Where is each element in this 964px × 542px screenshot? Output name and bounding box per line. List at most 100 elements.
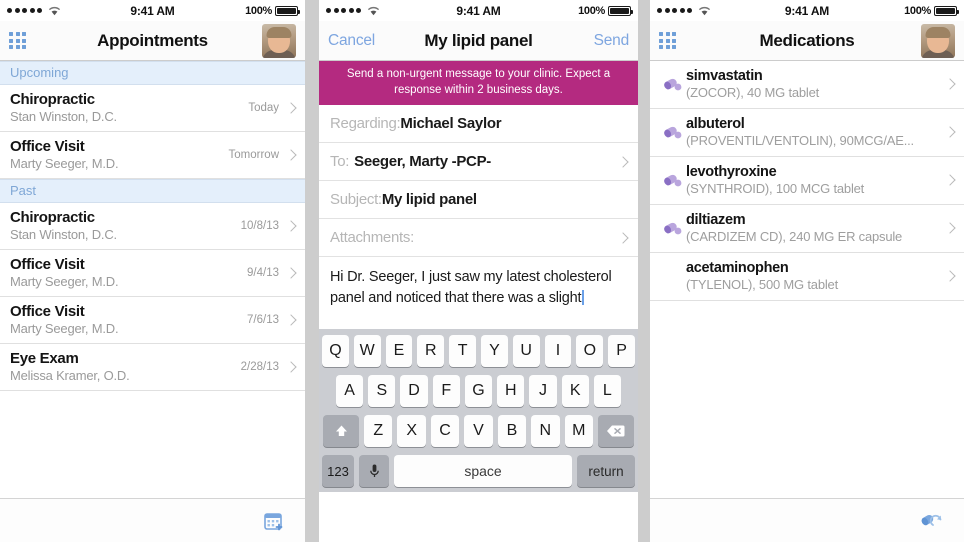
appointment-provider: Melissa Kramer, O.D.: [10, 368, 130, 383]
keyboard-row-1: Q W E R T Y U I O P: [322, 335, 635, 368]
key-t[interactable]: T: [449, 335, 476, 368]
list-item[interactable]: albuterol (PROVENTIL/VENTOLIN), 90MCG/AE…: [650, 109, 964, 157]
chevron-right-icon: [285, 219, 297, 232]
key-c[interactable]: C: [430, 415, 460, 448]
battery-indicator: 100%: [578, 5, 633, 17]
regarding-value: Michael Saylor: [400, 115, 502, 133]
add-appointment-calendar-icon[interactable]: [263, 510, 285, 532]
list-item[interactable]: Office Visit Marty Seeger, M.D. 9/4/13: [0, 250, 305, 297]
list-item[interactable]: acetaminophen (TYLENOL), 500 MG tablet: [650, 253, 964, 301]
page-title: Appointments: [97, 30, 208, 50]
key-d[interactable]: D: [400, 375, 428, 408]
list-item[interactable]: Eye Exam Melissa Kramer, O.D. 2/28/13: [0, 344, 305, 391]
pill-icon: [660, 76, 686, 92]
medications-nav-bar: Medications: [650, 21, 964, 61]
backspace-delete-icon[interactable]: [597, 415, 634, 448]
key-h[interactable]: H: [497, 375, 525, 408]
appointment-provider: Stan Winston, D.C.: [10, 109, 117, 124]
list-item[interactable]: levothyroxine (SYNTHROID), 100 MCG table…: [650, 157, 964, 205]
appointment-date: 10/8/13: [240, 219, 279, 232]
shift-arrow-icon[interactable]: [323, 415, 360, 448]
key-o[interactable]: O: [576, 335, 604, 368]
avatar[interactable]: [262, 23, 296, 58]
key-y[interactable]: Y: [481, 335, 508, 368]
grid-menu-icon[interactable]: [659, 32, 676, 49]
chevron-right-icon: [285, 360, 297, 373]
to-value: Seeger, Marty -PCP-: [354, 153, 491, 171]
list-item[interactable]: simvastatin (ZOCOR), 40 MG tablet: [650, 61, 964, 109]
medication-name: acetaminophen: [686, 260, 789, 276]
to-label: To:: [330, 153, 350, 171]
battery-indicator: 100%: [904, 4, 959, 17]
key-q[interactable]: Q: [322, 335, 349, 368]
key-x[interactable]: X: [397, 415, 426, 448]
space-key[interactable]: space: [394, 455, 572, 488]
medications-screen: 9:41 AM 100% Medications simvastatin (ZO…: [650, 0, 964, 542]
numeric-mode-key[interactable]: 123: [322, 455, 354, 488]
medication-description: (ZOCOR), 40 MG tablet: [686, 85, 820, 100]
key-u[interactable]: U: [512, 335, 540, 368]
pill-icon: [660, 124, 686, 140]
keyboard-row-2: A S D F G H J K L: [322, 375, 635, 408]
appointments-toolbar: [0, 498, 305, 542]
list-item[interactable]: Chiropractic Stan Winston, D.C. 10/8/13: [0, 203, 305, 250]
attachments-field[interactable]: Attachments:: [319, 219, 638, 258]
microphone-icon[interactable]: [359, 455, 389, 488]
grid-menu-icon[interactable]: [9, 32, 26, 49]
key-r[interactable]: R: [417, 335, 445, 368]
pill-icon: [660, 220, 686, 236]
key-l[interactable]: L: [593, 375, 621, 408]
chevron-right-icon: [285, 313, 297, 326]
key-j[interactable]: J: [529, 375, 557, 408]
key-a[interactable]: A: [336, 375, 364, 408]
key-f[interactable]: F: [432, 375, 460, 408]
medications-list: simvastatin (ZOCOR), 40 MG tablet albute…: [650, 61, 964, 301]
key-k[interactable]: K: [561, 375, 589, 408]
medication-description: (PROVENTIL/VENTOLIN), 90MCG/AE...: [686, 133, 914, 148]
chevron-right-icon: [285, 101, 297, 114]
key-i[interactable]: I: [544, 335, 572, 368]
appointments-list: Upcoming Chiropractic Stan Winston, D.C.…: [0, 61, 305, 391]
key-v[interactable]: V: [464, 415, 493, 448]
non-urgent-message-banner: Send a non-urgent message to your clinic…: [319, 61, 638, 106]
key-s[interactable]: S: [368, 375, 396, 408]
avatar[interactable]: [921, 23, 955, 58]
appointment-title: Office Visit: [10, 303, 85, 320]
subject-field[interactable]: Subject: My lipid panel: [319, 181, 638, 220]
key-z[interactable]: Z: [364, 415, 393, 448]
status-bar: 9:41 AM 100%: [650, 0, 964, 21]
key-p[interactable]: P: [608, 335, 635, 368]
message-body-input[interactable]: Hi Dr. Seeger, I just saw my latest chol…: [319, 257, 638, 330]
chevron-right-icon: [944, 78, 956, 90]
onscreen-keyboard: Q W E R T Y U I O P A S D F G H J K L Z …: [319, 329, 638, 493]
refill-medication-icon[interactable]: [920, 510, 944, 532]
regarding-field[interactable]: Regarding: Michael Saylor: [319, 105, 638, 144]
battery-percent: 100%: [904, 4, 931, 17]
list-item[interactable]: Chiropractic Stan Winston, D.C. Today: [0, 85, 305, 132]
pill-icon: [660, 172, 686, 188]
cancel-button[interactable]: Cancel: [328, 32, 375, 50]
recipient-field[interactable]: To: Seeger, Marty -PCP-: [319, 143, 638, 182]
appointment-provider: Marty Seeger, M.D.: [10, 321, 119, 336]
appointment-provider: Marty Seeger, M.D.: [10, 156, 119, 171]
key-e[interactable]: E: [385, 335, 413, 368]
medication-name: albuterol: [686, 116, 745, 132]
key-n[interactable]: N: [531, 415, 560, 448]
send-button[interactable]: Send: [594, 32, 630, 50]
key-g[interactable]: G: [464, 375, 493, 408]
list-item[interactable]: diltiazem (CARDIZEM CD), 240 MG ER capsu…: [650, 205, 964, 253]
key-b[interactable]: B: [497, 415, 527, 448]
appointment-title: Office Visit: [10, 256, 85, 273]
list-item[interactable]: Office Visit Marty Seeger, M.D. 7/6/13: [0, 297, 305, 344]
medication-description: (CARDIZEM CD), 240 MG ER capsule: [686, 229, 903, 244]
list-item[interactable]: Office Visit Marty Seeger, M.D. Tomorrow: [0, 132, 305, 179]
battery-icon: [608, 5, 633, 16]
return-key[interactable]: return: [577, 455, 635, 488]
medication-name: simvastatin: [686, 68, 763, 84]
medication-description: (SYNTHROID), 100 MCG tablet: [686, 181, 865, 196]
page-title: Medications: [759, 30, 855, 50]
chevron-right-icon: [617, 155, 629, 168]
appointment-date: Today: [248, 101, 279, 114]
key-w[interactable]: W: [353, 335, 381, 368]
key-m[interactable]: M: [564, 415, 593, 448]
